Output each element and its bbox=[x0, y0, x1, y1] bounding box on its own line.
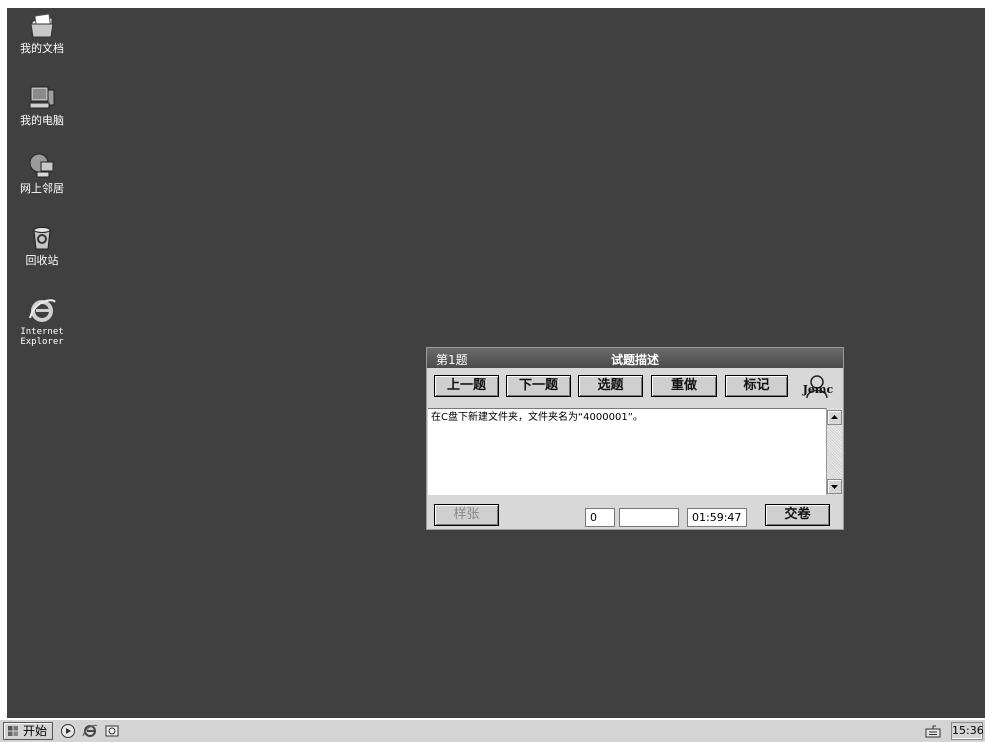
exam-window: 第1题 试题描述 上一题 下一题 选题 重做 标记 Jemc 在C盘下新建文件夹… bbox=[426, 347, 844, 530]
mark-button[interactable]: 标记 bbox=[725, 375, 788, 397]
desktop-icon-label: Internet Explorer bbox=[20, 327, 64, 347]
outlook-express-icon[interactable] bbox=[104, 723, 120, 739]
select-question-button[interactable]: 选题 bbox=[578, 375, 643, 397]
submit-exam-button[interactable]: 交卷 bbox=[765, 504, 830, 526]
network-places-icon bbox=[29, 153, 54, 178]
desktop-icon-recycle-bin[interactable]: 回收站 bbox=[7, 224, 77, 267]
question-text-area[interactable]: 在C盘下新建文件夹，文件夹名为“4000001”。 bbox=[428, 408, 826, 495]
desktop-icon-label: 我的电脑 bbox=[20, 114, 64, 127]
desktop-icon-my-computer[interactable]: 我的电脑 bbox=[7, 84, 77, 127]
media-player-icon[interactable] bbox=[60, 723, 76, 739]
desktop-icon-label: 网上邻居 bbox=[20, 182, 64, 195]
internet-explorer-icon bbox=[29, 299, 56, 322]
desktop-icon-network[interactable]: 网上邻居 bbox=[7, 152, 77, 195]
exam-logo: Jemc bbox=[799, 372, 837, 400]
clock: 15:36 bbox=[951, 722, 984, 740]
start-button[interactable]: 开始 bbox=[3, 722, 53, 740]
question-scrollbar[interactable] bbox=[826, 408, 842, 495]
window-title: 试题描述 bbox=[610, 353, 659, 367]
my-documents-icon bbox=[30, 13, 54, 38]
desktop-icon-my-documents[interactable]: 我的文档 bbox=[7, 12, 77, 55]
exam-title-bar[interactable]: 第1题 试题描述 bbox=[427, 348, 843, 368]
scroll-down-button[interactable] bbox=[827, 479, 842, 494]
taskbar: 开始 15:36 bbox=[0, 719, 985, 742]
timer-field: 01:59:47 bbox=[687, 508, 747, 527]
keyboard-icon[interactable] bbox=[925, 724, 941, 738]
start-label: 开始 bbox=[23, 724, 48, 738]
redo-button[interactable]: 重做 bbox=[651, 375, 717, 397]
desktop-icon-label: 回收站 bbox=[25, 254, 59, 267]
my-computer-icon bbox=[29, 86, 55, 109]
scroll-up-button[interactable] bbox=[827, 410, 842, 425]
next-question-button[interactable]: 下一题 bbox=[506, 375, 571, 397]
desktop-icon-label: 我的文档 bbox=[20, 42, 64, 55]
counter-field: 0 bbox=[585, 508, 615, 527]
logo-text: Jemc bbox=[802, 383, 834, 396]
sample-button[interactable]: 样张 bbox=[434, 504, 499, 526]
ie-icon[interactable] bbox=[82, 723, 98, 739]
windows-flag-icon bbox=[8, 726, 18, 736]
arrow-up-icon bbox=[831, 415, 838, 419]
arrow-down-icon bbox=[831, 485, 838, 489]
desktop-icon-internet-explorer[interactable]: Internet Explorer bbox=[7, 296, 77, 347]
exam-bottom-bar: 样张 0 01:59:47 交卷 bbox=[427, 498, 843, 529]
blank-field bbox=[619, 508, 679, 527]
recycle-bin-icon bbox=[33, 227, 51, 250]
prev-question-button[interactable]: 上一题 bbox=[434, 375, 499, 397]
